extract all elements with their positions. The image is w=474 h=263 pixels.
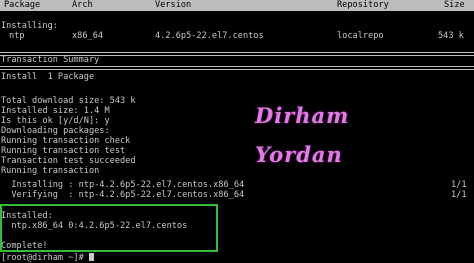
progress-line-installing: Installing : ntp-4.2.6p5-22.el7.centos.x… [1,180,245,190]
shell-prompt[interactable]: [root@dirham ~]# [1,253,94,263]
package-name: ntp [9,31,25,41]
complete-message: Complete! [1,241,48,251]
transaction-summary: Transaction Summary [1,55,100,65]
log-line: Running transaction check [1,136,131,146]
log-line: Is this ok [y/d/N]: y [1,116,110,126]
header-size: Size [444,0,465,10]
log-line: Installed size: 1.4 M [1,106,110,116]
log-line: Running transaction [1,166,100,176]
prompt-text: [root@dirham ~]# [1,253,84,263]
header-repository: Repository [337,0,389,10]
progress-count: 1/1 [451,190,467,200]
text-cursor [88,253,94,261]
header-package: Package [4,0,41,10]
installed-package: ntp.x86_64 0:4.2.6p5-22.el7.centos [1,221,188,231]
divider [0,66,474,70]
log-line: Total download size: 543 k [1,96,136,106]
header-version: Version [155,0,192,10]
installed-label: Installed: [1,211,53,221]
watermark-line2: Yordan [255,142,343,167]
log-line: Running transaction test [1,146,126,156]
installing-label: Installing: [1,21,58,31]
header-arch: Arch [72,0,93,10]
package-size: 543 k [438,31,464,41]
log-line: Downloading packages: [1,126,110,136]
watermark-line1: Dirham [255,103,350,128]
package-arch: x86_64 [72,31,104,41]
package-repo: localrepo [337,31,384,41]
progress-line-verifying: Verifying : ntp-4.2.6p5-22.el7.centos.x8… [1,190,245,200]
package-version: 4.2.6p5-22.el7.centos [155,31,264,41]
install-count: Install 1 Package [1,72,95,82]
terminal-screen[interactable]: Package Arch Version Repository Size Ins… [0,0,474,263]
progress-count: 1/1 [451,180,467,190]
log-line: Transaction test succeeded [1,156,136,166]
